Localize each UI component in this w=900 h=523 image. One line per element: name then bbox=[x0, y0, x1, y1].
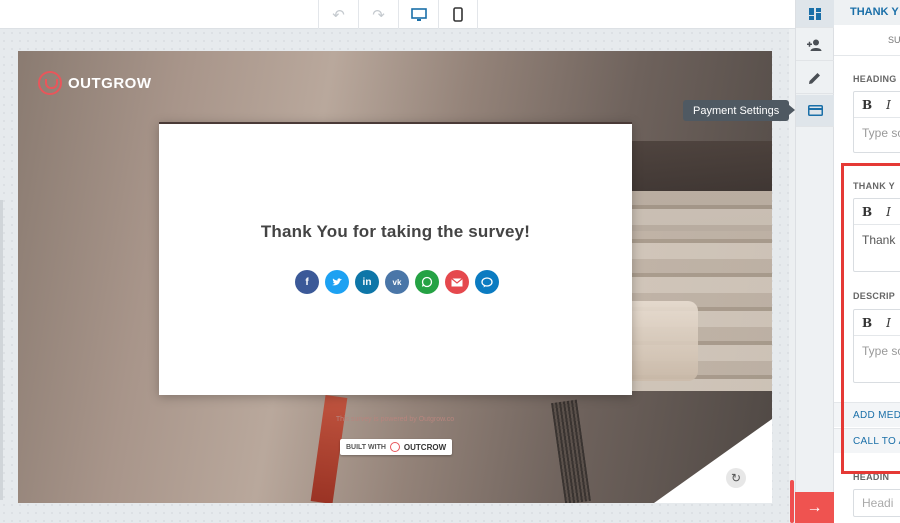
top-toolbar: ↶ ↷ bbox=[0, 0, 795, 29]
thank-you-label: THANK Y bbox=[853, 181, 895, 191]
corner-flap bbox=[654, 419, 772, 503]
thank-you-heading: Thank You for taking the survey! bbox=[260, 222, 531, 241]
pencil-icon bbox=[809, 72, 820, 84]
description-editor[interactable]: BI Type so bbox=[853, 309, 900, 383]
facebook-share-icon[interactable]: f bbox=[295, 270, 319, 294]
bold-button[interactable]: B bbox=[862, 98, 872, 112]
italic-button[interactable]: I bbox=[886, 98, 891, 112]
add-media-link[interactable]: ADD MED bbox=[834, 402, 900, 427]
redo-button[interactable]: ↷ bbox=[358, 0, 398, 29]
bold-button[interactable]: B bbox=[862, 316, 872, 330]
heading2-label: HEADIN bbox=[853, 472, 890, 482]
thank-you-editor-toolbar: BI bbox=[854, 199, 900, 225]
whatsapp-share-icon[interactable] bbox=[415, 270, 439, 294]
desktop-icon bbox=[410, 7, 427, 21]
desktop-view-button[interactable] bbox=[398, 0, 438, 29]
thank-you-input[interactable]: Thank bbox=[854, 225, 900, 255]
panel-title: THANK Y bbox=[834, 0, 900, 25]
mobile-icon bbox=[453, 7, 463, 22]
settings-icon-sidebar bbox=[795, 0, 834, 523]
thank-you-card: Thank You for taking the survey! f in vk bbox=[159, 122, 632, 395]
next-arrow-button[interactable]: → bbox=[795, 492, 834, 523]
undo-icon: ↶ bbox=[332, 6, 345, 24]
bold-button[interactable]: B bbox=[862, 205, 872, 219]
payment-settings-icon-button[interactable] bbox=[796, 95, 834, 127]
refresh-icon[interactable]: ↻ bbox=[726, 468, 746, 488]
thank-you-editor[interactable]: BI Thank bbox=[853, 198, 900, 272]
payment-settings-tooltip: Payment Settings bbox=[683, 100, 796, 121]
add-user-icon bbox=[807, 39, 822, 51]
heading-input[interactable]: Type so bbox=[854, 118, 900, 148]
arrow-right-icon: → bbox=[806, 498, 823, 516]
heading-editor-toolbar: BI bbox=[854, 92, 900, 118]
messenger-share-icon[interactable] bbox=[475, 270, 499, 294]
mobile-view-button[interactable] bbox=[438, 0, 478, 29]
brand-name: OUTGROW bbox=[68, 74, 152, 92]
edit-icon-button[interactable] bbox=[796, 62, 834, 94]
undo-button[interactable]: ↶ bbox=[318, 0, 358, 29]
italic-button[interactable]: I bbox=[886, 205, 891, 219]
call-to-action-link[interactable]: CALL TO A bbox=[834, 428, 900, 453]
built-with-brand: OUTCROW bbox=[403, 442, 447, 452]
dashboard-icon bbox=[809, 7, 821, 20]
brand-logo: OUTGROW bbox=[38, 71, 152, 95]
thank-you-settings-panel: THANK Y SU HEADING BI Type so THANK Y BI… bbox=[834, 0, 900, 523]
built-with-badge[interactable]: BUILT WITH OUTCROW bbox=[340, 439, 453, 455]
description-label: DESCRIP bbox=[853, 291, 896, 301]
email-share-icon[interactable] bbox=[445, 270, 469, 294]
dashboard-icon-button[interactable] bbox=[796, 0, 834, 28]
heading-editor[interactable]: BI Type so bbox=[853, 91, 900, 153]
heading-label: HEADING bbox=[853, 74, 897, 84]
outgrow-mini-logo-icon bbox=[389, 442, 400, 452]
credit-card-icon bbox=[807, 105, 823, 116]
twitter-share-icon[interactable] bbox=[325, 270, 349, 294]
left-scroll-rail bbox=[0, 200, 3, 500]
italic-button[interactable]: I bbox=[886, 316, 891, 330]
built-with-label: BUILT WITH bbox=[346, 443, 386, 451]
redo-icon: ↷ bbox=[372, 6, 385, 24]
heading2-input[interactable]: Headi bbox=[853, 489, 900, 517]
description-editor-toolbar: BI bbox=[854, 310, 900, 336]
description-input[interactable]: Type so bbox=[854, 336, 900, 366]
share-buttons: f in vk bbox=[295, 270, 499, 294]
linkedin-share-icon[interactable]: in bbox=[355, 270, 379, 294]
canvas-scroll-thumb[interactable] bbox=[790, 480, 794, 523]
add-user-icon-button[interactable] bbox=[796, 29, 834, 61]
vk-share-icon[interactable]: vk bbox=[385, 270, 409, 294]
outgrow-logo-icon bbox=[38, 71, 62, 95]
thank-you-preview: OUTGROW Thank You for taking the survey!… bbox=[18, 51, 772, 503]
panel-subtab[interactable]: SU bbox=[834, 25, 900, 56]
